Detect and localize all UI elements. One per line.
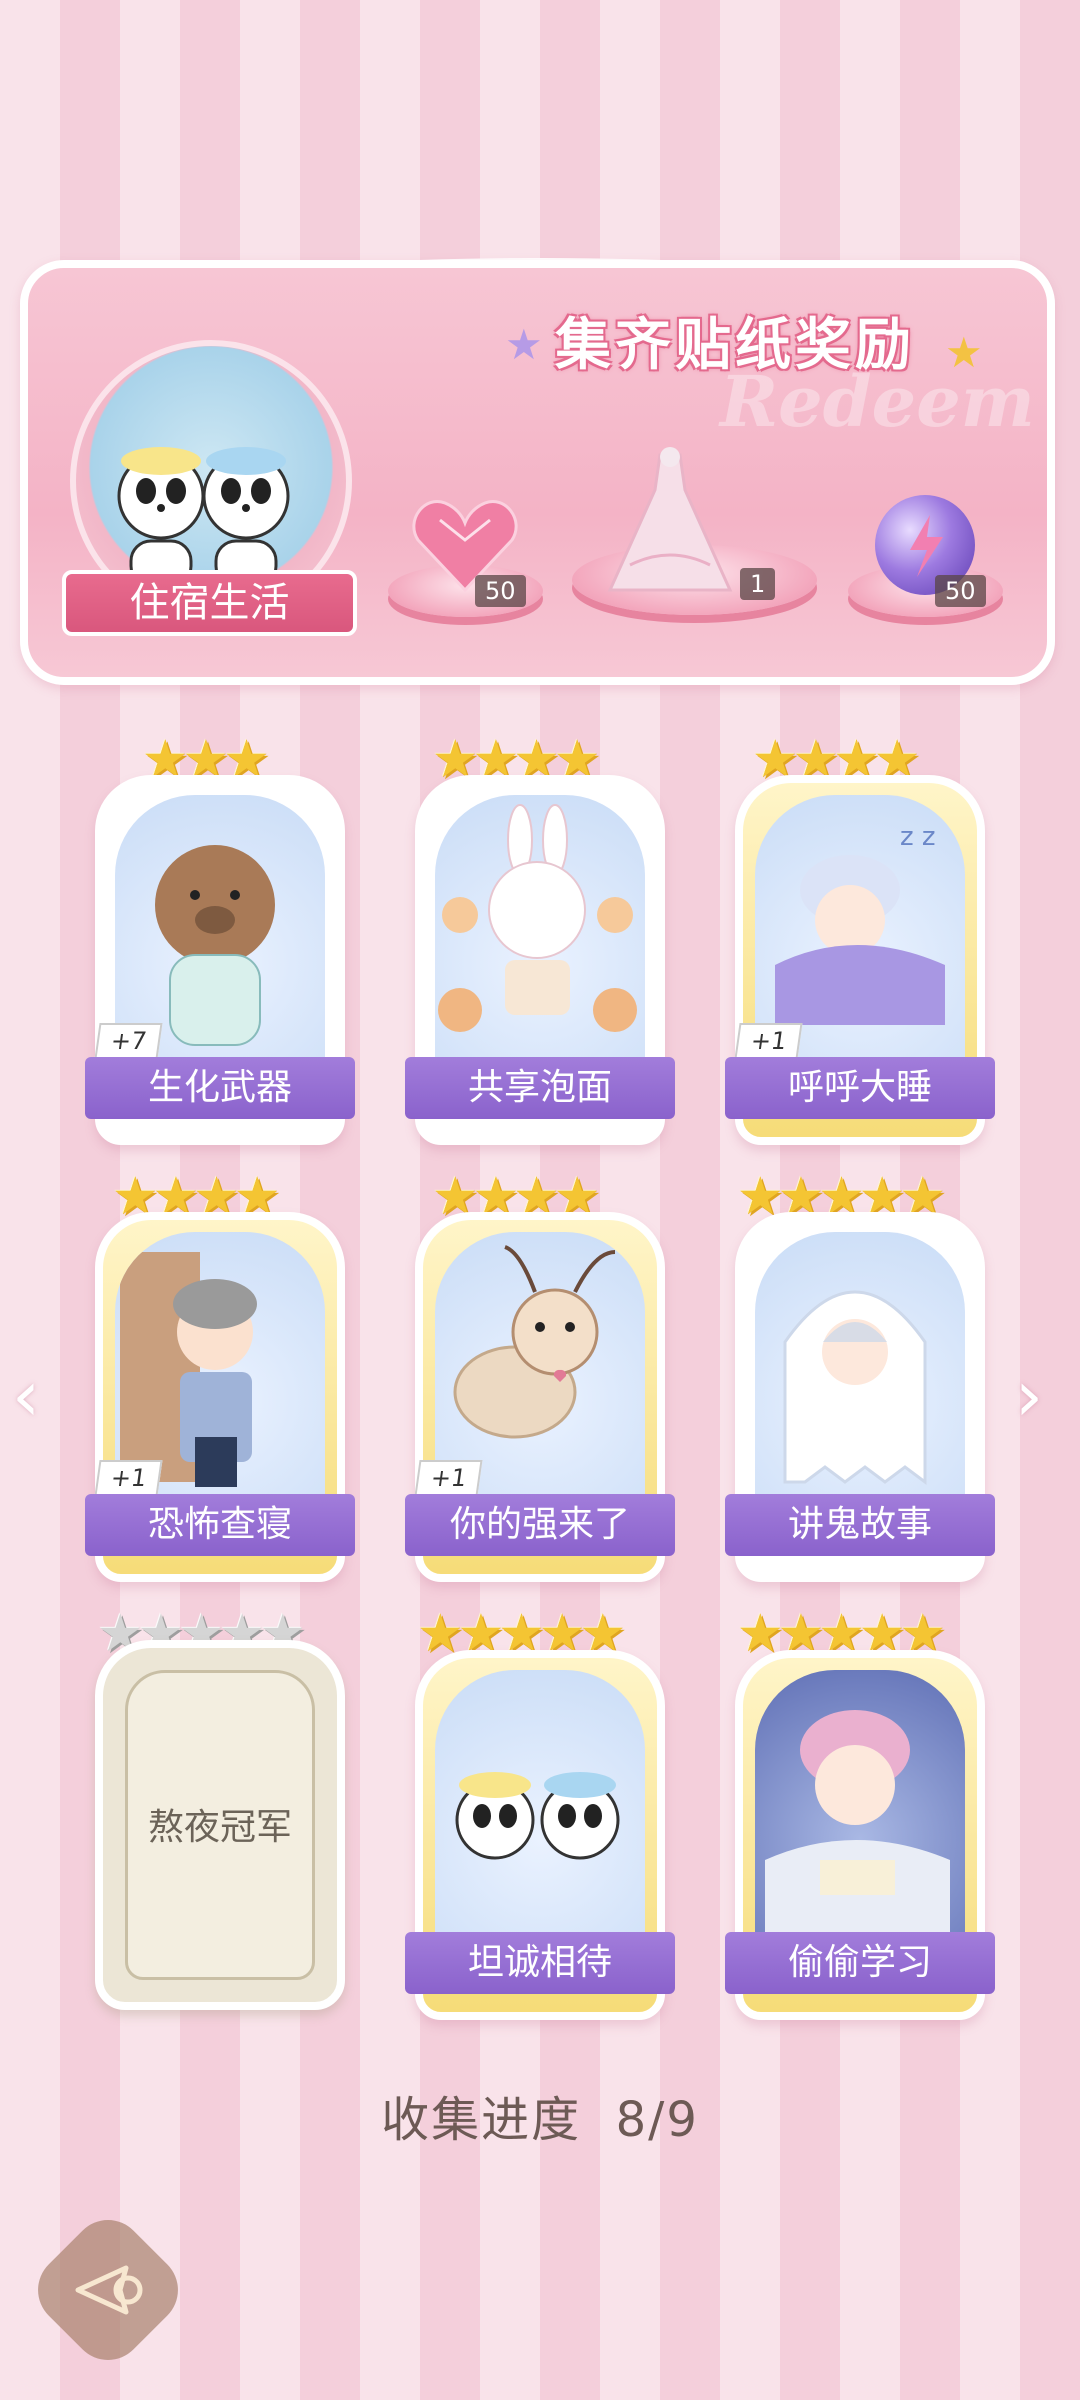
pandas-bath-icon [435, 1670, 645, 1952]
collection-progress: 收集进度 8/9 [0, 2080, 1080, 2150]
sticker-card[interactable]: +1 你的强来了 [405, 1212, 675, 1582]
chevron-left-icon[interactable]: ‹ [12, 1355, 40, 1437]
bunny-noodles-icon [435, 795, 645, 1077]
progress-label: 收集进度 [381, 2092, 582, 2148]
progress-value: 8/9 [615, 2092, 699, 2148]
back-arrow-icon[interactable] [48, 2230, 168, 2350]
reward-count: 50 [475, 575, 526, 607]
album-name-ribbon: 住宿生活 [62, 570, 357, 636]
purple-star-icon: ★ [505, 320, 543, 369]
pandas-bath-icon [117, 447, 290, 588]
sticker-card[interactable]: +7 生化武器 [85, 775, 355, 1145]
sticker-name: 恐怖查寝 [85, 1494, 355, 1556]
sticker-name: 呼呼大睡 [725, 1057, 995, 1119]
ghost-boy-icon [755, 1232, 965, 1514]
sticker-name: 讲鬼故事 [725, 1494, 995, 1556]
sticker-name: 生化武器 [85, 1057, 355, 1119]
chevron-right-icon[interactable]: › [1015, 1355, 1043, 1437]
yellow-star-icon: ★ [945, 328, 983, 377]
duplicate-count: +1 [734, 1023, 803, 1059]
sticker-card[interactable]: 坦诚相待 [405, 1650, 675, 2020]
reward-count: 1 [740, 568, 776, 600]
pink-gown-icon[interactable] [600, 445, 740, 595]
sticker-name: 你的强来了 [405, 1494, 675, 1556]
duplicate-count: +7 [94, 1023, 163, 1059]
sticker-name: 熬夜冠军 [147, 1807, 292, 1848]
locked-sticker-card[interactable]: 熬夜冠军 [95, 1640, 345, 2010]
sticker-name: 偷偷学习 [725, 1932, 995, 1994]
sticker-card[interactable]: 讲鬼故事 [725, 1212, 995, 1582]
sticker-card[interactable]: 偷偷学习 [725, 1650, 995, 2020]
sticker-name: 共享泡面 [405, 1057, 675, 1119]
sticker-card[interactable]: +1 恐怖查寝 [85, 1212, 355, 1582]
sticker-card[interactable]: 共享泡面 [405, 775, 675, 1145]
sticker-card[interactable]: z z +1 呼呼大睡 [725, 775, 995, 1145]
duplicate-count: +1 [94, 1460, 163, 1496]
sticker-name: 坦诚相待 [405, 1932, 675, 1994]
reward-count: 50 [935, 575, 986, 607]
studying-boy-icon [755, 1670, 965, 1952]
duplicate-count: +1 [414, 1460, 483, 1496]
banner-title: 集齐贴纸奖励 [555, 313, 915, 378]
svg-text:z z: z z [900, 822, 936, 852]
